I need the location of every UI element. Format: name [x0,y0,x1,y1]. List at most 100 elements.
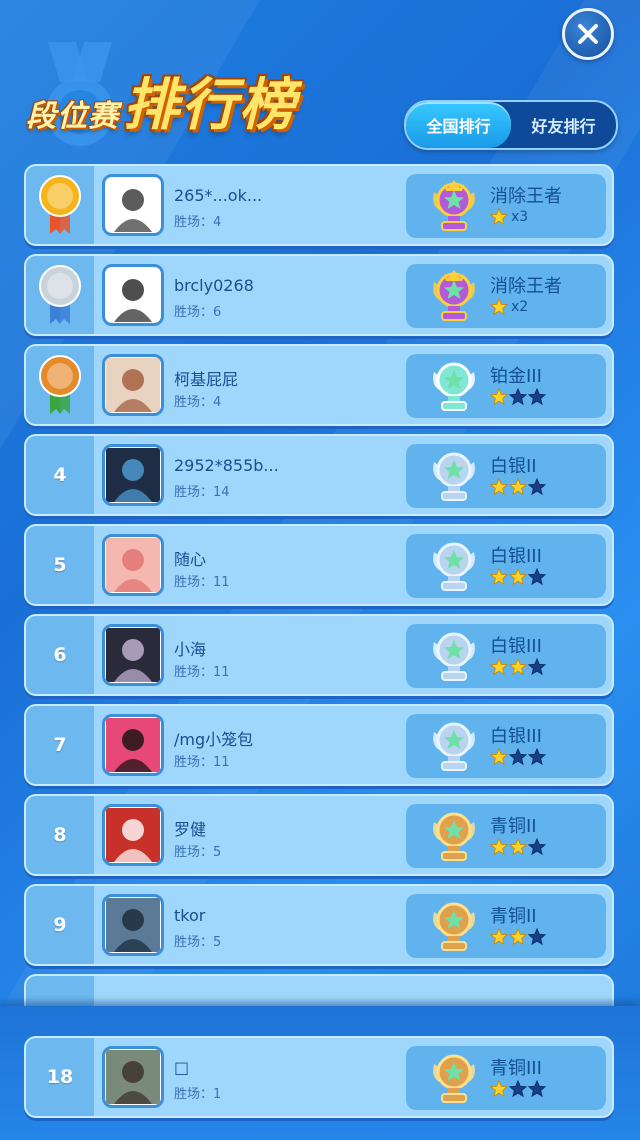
star-icon [528,928,546,946]
star-icon [528,388,546,406]
table-row[interactable]: 5 随心 胜场：11 白银III [24,524,614,606]
tier-panel: 白银III [406,534,606,598]
avatar[interactable] [102,804,164,866]
close-button[interactable] [562,8,614,60]
tier-name: 铂金III [490,366,542,387]
rank-cell [26,346,94,424]
star-icon [528,1080,546,1098]
wins-label: 胜场： [174,575,214,590]
rank-cell: 4 [26,436,94,514]
avatar-image [106,268,160,322]
table-row[interactable]: 265*...ok... 胜场：4 消除王者 x3 [24,164,614,246]
tier-panel: 青铜II [406,894,606,958]
wins-value: 1 [213,1087,222,1102]
avatar[interactable] [102,624,164,686]
rank-cell [26,166,94,244]
bronze-trophy-icon [433,1054,475,1103]
title-small: 段位赛 [26,99,119,134]
star-icon [490,658,508,676]
rank-cell: 8 [26,796,94,874]
tier-panel: 青铜II [406,804,606,868]
header: 段位赛 排行榜 全国排行 好友排行 [0,0,640,160]
wins-value: 14 [213,485,230,500]
tier-panel: 铂金III [406,354,606,418]
star-icon [509,838,527,856]
close-icon [578,24,598,44]
tier-panel: 白银III [406,714,606,778]
tab-national[interactable]: 全国排行 [406,102,511,148]
avatar-image [106,358,160,412]
star-icon [528,658,546,676]
avatar[interactable] [102,444,164,506]
wins-count: 胜场：4 [174,391,221,410]
star-icon [490,748,508,766]
tier-stars [490,748,547,766]
table-row[interactable]: 9 tkor 胜场：5 青铜II [24,884,614,966]
leaderboard-list[interactable]: 265*...ok... 胜场：4 消除王者 x3 brcly0268 胜场：6 消除王者 x… [24,164,614,1004]
wins-count: 胜场：6 [174,301,221,320]
avatar-image [106,898,160,952]
tier-panel: 青铜III [406,1046,606,1110]
avatar[interactable] [102,264,164,326]
tier-stars [490,838,547,856]
wins-value: 11 [213,665,230,680]
tier-name: 青铜III [490,1058,542,1079]
my-rank-row[interactable]: 18 □ 胜场：1 青铜III [24,1036,614,1118]
player-name: 随心 [174,550,207,569]
star-icon [490,838,508,856]
star-icon [509,748,527,766]
player-name: 265*...ok... [174,186,263,205]
wins-value: 4 [213,395,222,410]
avatar-image [106,718,160,772]
tab-friends[interactable]: 好友排行 [511,102,616,148]
rank-number: 6 [53,644,67,666]
wins-label: 胜场： [174,935,214,950]
wins-count: 胜场：1 [174,1083,221,1102]
tier-name: 白银III [490,726,542,747]
wins-count: 胜场：4 [174,211,221,230]
rank-number: 4 [53,464,67,486]
avatar[interactable] [102,174,164,236]
tier-stars [490,658,547,676]
tier-stars: x3 [490,208,528,226]
tier-name: 消除王者 [490,276,562,297]
star-icon [490,388,508,406]
wins-label: 胜场： [174,665,214,680]
avatar[interactable] [102,714,164,776]
wins-label: 胜场： [174,215,214,230]
table-row[interactable]: 7/mg小笼包 胜场：11 白银III [24,704,614,786]
star-icon [490,1080,508,1098]
table-row[interactable]: 18 □ 胜场：1 青铜III [24,1036,614,1118]
page-title: 段位赛 排行榜 [26,60,297,141]
tier-stars [490,568,547,586]
title-big: 排行榜 [123,73,297,138]
table-row[interactable]: 8 罗健 胜场：5 青铜II [24,794,614,876]
tier-name: 消除王者 [490,186,562,207]
tier-name: 白银III [490,636,542,657]
tier-name: 青铜II [490,816,537,837]
tier-panel: 消除王者 x2 [406,264,606,328]
star-icon [490,478,508,496]
avatar[interactable] [102,534,164,596]
wins-label: 胜场： [174,755,214,770]
avatar[interactable] [102,1046,164,1108]
platinum-trophy-icon [433,362,475,411]
table-row[interactable]: 柯基屁屁 胜场：4 铂金III [24,344,614,426]
medal-icon [39,175,81,234]
table-row[interactable]: 6 小海 胜场：11 白银III [24,614,614,696]
avatar-image [106,628,160,682]
star-count: x3 [511,209,529,225]
player-name: /mg小笼包 [174,730,254,749]
player-name: □ [174,1058,190,1077]
tier-stars [490,388,547,406]
avatar[interactable] [102,354,164,416]
star-icon [528,568,546,586]
table-row[interactable]: 4 2952*855b... 胜场：14 白银II [24,434,614,516]
avatar[interactable] [102,894,164,956]
wins-value: 6 [213,305,222,320]
bronze-trophy-icon [433,902,475,951]
silver-trophy-icon [433,452,475,501]
player-name: 罗健 [174,820,207,839]
table-row[interactable]: brcly0268 胜场：6 消除王者 x2 [24,254,614,336]
star-icon [528,748,546,766]
